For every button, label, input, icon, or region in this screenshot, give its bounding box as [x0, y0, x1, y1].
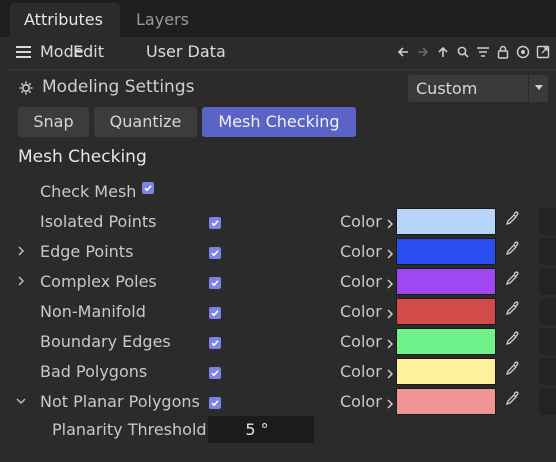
mesh-check-label: Edge Points: [40, 242, 134, 261]
eyedropper-icon[interactable]: [504, 241, 520, 257]
chevron-down-icon: [535, 85, 543, 90]
mesh-check-checkbox[interactable]: [209, 277, 221, 289]
color-label: Color: [340, 242, 382, 261]
eyedropper-icon[interactable]: [504, 361, 520, 377]
color-swatch[interactable]: [396, 268, 496, 295]
mesh-check-row: Isolated Points Color: [0, 208, 556, 238]
chevron-right-icon[interactable]: [386, 276, 394, 289]
subtab-snap[interactable]: Snap: [18, 107, 89, 137]
color-label: Color: [340, 332, 382, 351]
side-handle[interactable]: [539, 388, 556, 415]
subtab-quantize[interactable]: Quantize: [94, 107, 197, 137]
chevron-right-icon[interactable]: [386, 246, 394, 259]
mesh-check-checkbox[interactable]: [209, 307, 221, 319]
chevron-right-icon[interactable]: [386, 366, 394, 379]
section-title: Mesh Checking: [18, 147, 147, 167]
dropdown-separator: [528, 75, 529, 102]
mesh-check-label: Not Planar Polygons: [40, 392, 200, 411]
eyedropper-icon[interactable]: [504, 391, 520, 407]
planarity-threshold-value: 5 °: [245, 420, 269, 439]
eyedropper-icon[interactable]: [504, 211, 520, 227]
mesh-check-checkbox[interactable]: [209, 337, 221, 349]
preset-value: Custom: [416, 79, 478, 98]
lock-icon[interactable]: [496, 44, 510, 60]
mesh-check-row: Not Planar Polygons Color: [0, 388, 556, 418]
chevron-right-icon[interactable]: [15, 274, 27, 288]
color-swatch[interactable]: [396, 358, 496, 385]
mesh-check-row: Complex Poles Color: [0, 268, 556, 298]
mesh-check-checkbox[interactable]: [209, 367, 221, 379]
preset-dropdown[interactable]: Custom: [408, 75, 548, 102]
menu-user-data[interactable]: User Data: [146, 42, 226, 61]
color-swatch[interactable]: [396, 208, 496, 235]
mesh-check-label: Non-Manifold: [40, 302, 146, 321]
tab-bar: Attributes Layers: [0, 0, 556, 37]
mesh-check-label: Boundary Edges: [40, 332, 171, 351]
side-handle[interactable]: [539, 268, 556, 295]
arrow-up-icon[interactable]: [436, 44, 450, 60]
tab-layers[interactable]: Layers: [122, 3, 203, 37]
chevron-down-icon[interactable]: [15, 394, 27, 408]
settings-header: Modeling Settings Custom: [0, 72, 556, 104]
side-handle[interactable]: [539, 298, 556, 325]
eyedropper-icon[interactable]: [504, 331, 520, 347]
mesh-check-row: Non-Manifold Color: [0, 298, 556, 328]
mesh-check-checkbox[interactable]: [209, 397, 221, 409]
menu-edit[interactable]: Edit: [73, 42, 104, 61]
gear-icon: [18, 80, 34, 96]
color-label: Color: [340, 302, 382, 321]
side-handle[interactable]: [539, 358, 556, 385]
side-handle[interactable]: [539, 208, 556, 235]
chevron-right-icon[interactable]: [386, 336, 394, 349]
check-mesh-row: Check Mesh: [0, 178, 556, 208]
mesh-check-row: Bad Polygons Color: [0, 358, 556, 388]
color-swatch[interactable]: [396, 328, 496, 355]
check-mesh-checkbox[interactable]: [142, 182, 154, 194]
color-label: Color: [340, 212, 382, 231]
mesh-check-label: Isolated Points: [40, 212, 157, 231]
color-swatch[interactable]: [396, 298, 496, 325]
subtab-mesh-checking[interactable]: Mesh Checking: [202, 107, 356, 137]
mesh-check-label: Complex Poles: [40, 272, 157, 291]
check-mesh-label: Check Mesh: [40, 182, 137, 201]
arrow-left-icon[interactable]: [396, 44, 410, 60]
chevron-right-icon[interactable]: [386, 306, 394, 319]
mesh-check-label: Bad Polygons: [40, 362, 148, 381]
color-label: Color: [340, 272, 382, 291]
mesh-check-row: Boundary Edges Color: [0, 328, 556, 358]
settings-title: Modeling Settings: [42, 77, 195, 97]
divider: [10, 69, 556, 70]
eyedropper-icon[interactable]: [504, 271, 520, 287]
toolbar-icons: [396, 43, 550, 61]
color-label: Color: [340, 392, 382, 411]
color-swatch[interactable]: [396, 238, 496, 265]
planarity-threshold-input[interactable]: 5 °: [208, 416, 314, 443]
mesh-check-checkbox[interactable]: [209, 217, 221, 229]
mesh-check-checkbox[interactable]: [209, 247, 221, 259]
arrow-right-icon[interactable]: [416, 44, 430, 60]
filter-icon[interactable]: [476, 44, 490, 60]
chevron-right-icon[interactable]: [15, 244, 27, 258]
mesh-check-row: Edge Points Color: [0, 238, 556, 268]
new-window-icon[interactable]: [536, 44, 550, 60]
tab-attributes[interactable]: Attributes: [10, 3, 120, 37]
side-handle[interactable]: [539, 328, 556, 355]
side-handle[interactable]: [539, 238, 556, 265]
search-icon[interactable]: [456, 44, 470, 60]
color-label: Color: [340, 362, 382, 381]
target-icon[interactable]: [516, 44, 530, 60]
planarity-threshold-label: Planarity Threshold: [52, 420, 207, 439]
hamburger-menu-icon[interactable]: [16, 46, 31, 58]
chevron-right-icon[interactable]: [386, 396, 394, 409]
color-swatch[interactable]: [396, 388, 496, 415]
chevron-right-icon[interactable]: [386, 216, 394, 229]
eyedropper-icon[interactable]: [504, 301, 520, 317]
